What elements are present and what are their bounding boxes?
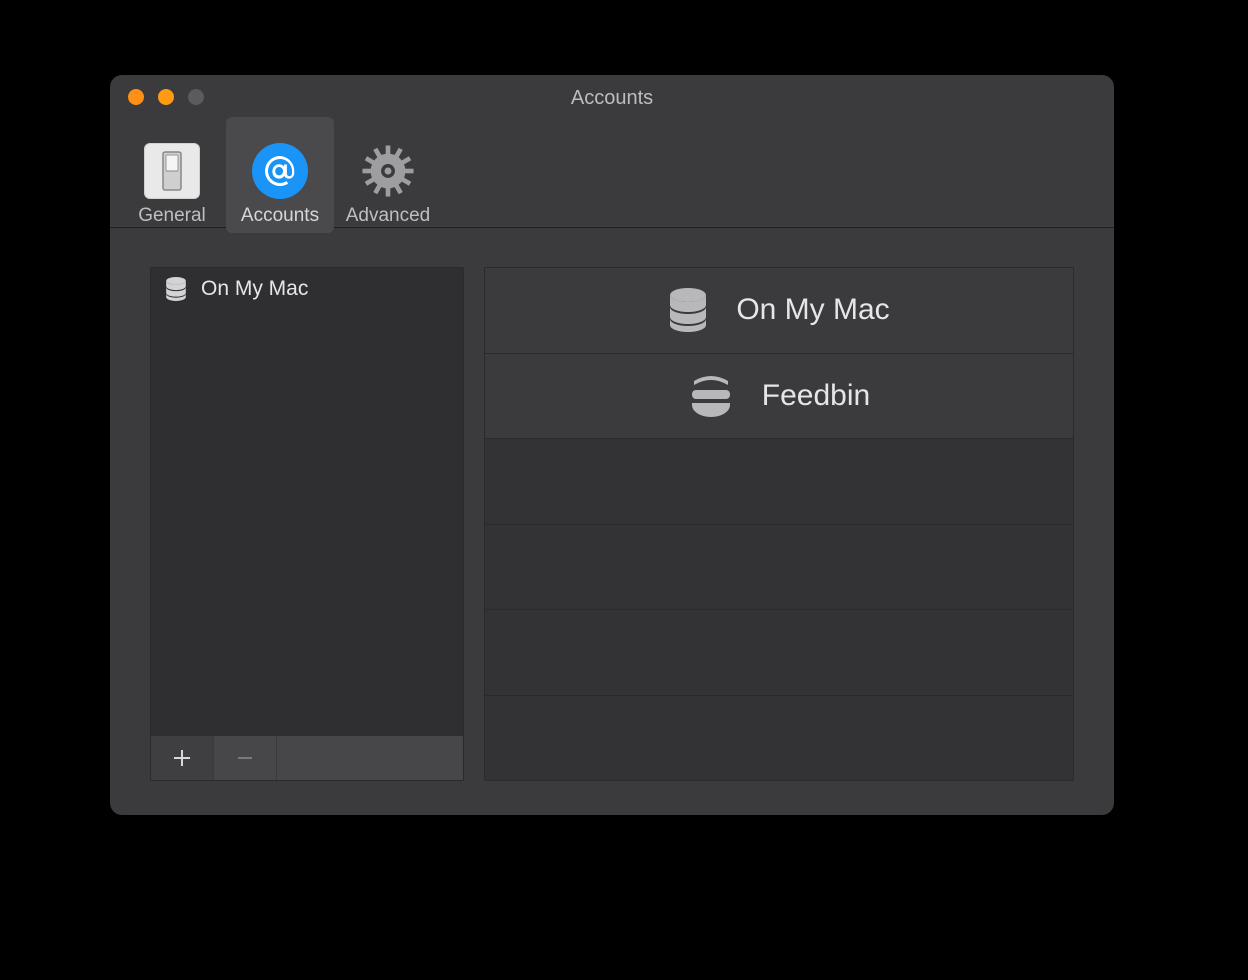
preferences-toolbar: General Accounts (118, 117, 442, 233)
switch-icon (144, 139, 200, 203)
account-type-row-empty (485, 439, 1073, 525)
remove-account-button[interactable] (214, 736, 277, 780)
database-icon (165, 277, 187, 301)
account-type-label: On My Mac (736, 293, 889, 327)
account-type-label: Feedbin (762, 379, 870, 413)
titlebar: Accounts General (110, 75, 1114, 228)
at-icon (252, 139, 308, 203)
tab-label: Advanced (346, 205, 431, 227)
tab-accounts[interactable]: Accounts (226, 117, 334, 233)
accounts-list-item[interactable]: On My Mac (151, 268, 463, 310)
account-type-row-empty (485, 610, 1073, 696)
add-account-button[interactable] (151, 736, 214, 780)
account-type-row[interactable]: On My Mac (485, 268, 1073, 354)
gear-icon (359, 139, 417, 203)
database-icon (668, 288, 708, 332)
feedbin-icon (688, 375, 734, 417)
account-type-row-empty (485, 525, 1073, 611)
account-type-row[interactable]: Feedbin (485, 354, 1073, 440)
window-title: Accounts (110, 87, 1114, 110)
tab-label: General (138, 205, 206, 227)
tab-label: Accounts (241, 205, 319, 227)
accounts-list[interactable]: On My Mac (151, 268, 463, 736)
preferences-window: Accounts General (110, 75, 1114, 815)
accounts-list-footer (151, 736, 463, 780)
account-type-row-empty (485, 696, 1073, 781)
tab-advanced[interactable]: Advanced (334, 117, 442, 233)
content-area: On My Mac (110, 227, 1114, 815)
tab-general[interactable]: General (118, 117, 226, 233)
account-types-list: On My Mac Feedbin (484, 267, 1074, 781)
accounts-sidebar: On My Mac (150, 267, 464, 781)
accounts-list-item-label: On My Mac (201, 277, 308, 301)
